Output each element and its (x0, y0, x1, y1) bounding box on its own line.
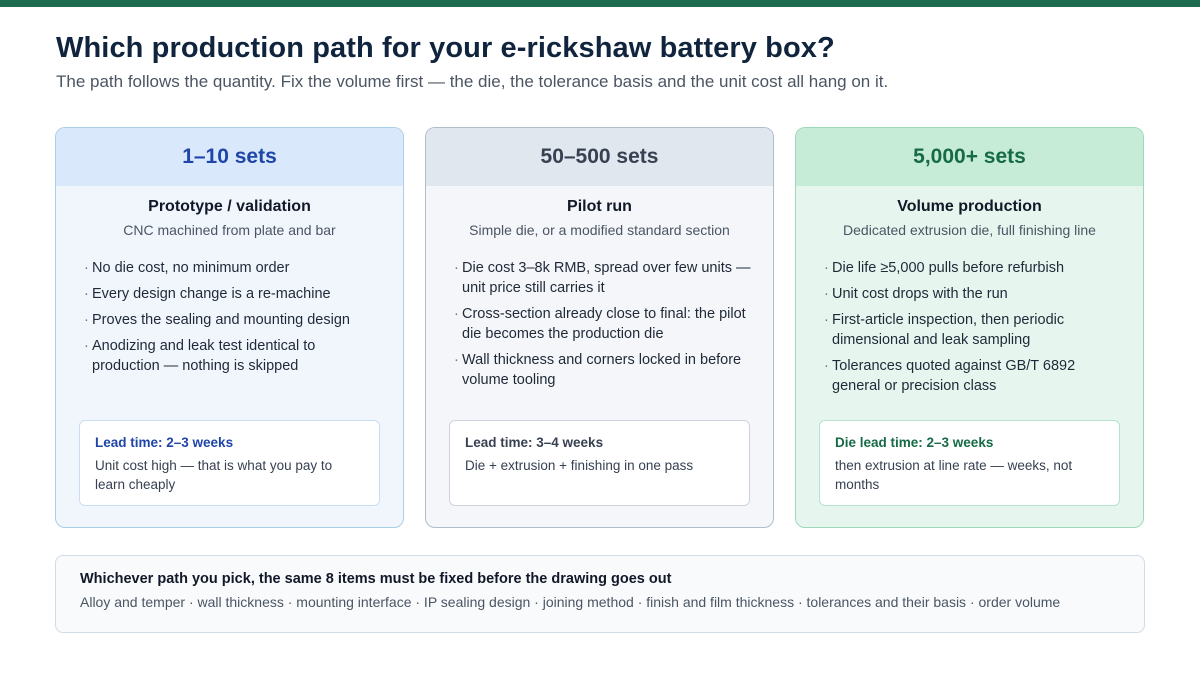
bullet-text: Unit cost drops with the run (832, 286, 1008, 302)
lead-time-box: Lead time: 2–3 weeks Unit cost high — th… (79, 420, 380, 506)
lead-time-text: Unit cost high — that is what you pay to… (95, 458, 333, 492)
card-pilot-run: 50–500 sets Pilot run Simple die, or a m… (425, 127, 774, 528)
bullet-text: Proves the sealing and mounting design (92, 312, 350, 328)
card-prototype: 1–10 sets Prototype / validation CNC mac… (55, 127, 404, 528)
card-description: Dedicated extrusion die, full finishing … (843, 222, 1096, 238)
requirements-footer: Whichever path you pick, the same 8 item… (55, 555, 1145, 633)
card-title: Pilot run (567, 198, 632, 215)
lead-time-text: Die + extrusion + finishing in one pass (465, 458, 694, 473)
bullet-item: · Anodizing and leak test identical to pr… (84, 338, 316, 374)
bullet-text: Die life ≥5,000 pulls before refurbish (832, 260, 1065, 276)
card-description: Simple die, or a modified standard secti… (469, 222, 730, 238)
footer-items: Alloy and temper · wall thickness · moun… (80, 594, 1061, 610)
card-quantity-header: 5,000+ sets (796, 128, 1143, 186)
bullet-text: No die cost, no minimum order (92, 260, 290, 276)
lead-time-title: Die lead time: 2–3 weeks (835, 435, 994, 450)
bullet-item: · Wall thickness and corners locked in be… (454, 352, 742, 388)
card-bullet-list: · Die life ≥5,000 pulls before refurbish … (796, 258, 1143, 396)
lead-time-title: Lead time: 3–4 weeks (465, 435, 604, 450)
bullet-item: · Die life ≥5,000 pulls before refurbish (824, 260, 1065, 276)
bullet-item: · Proves the sealing and mounting design (84, 312, 350, 328)
bullet-text: Anodizing and leak test identical to pro… (92, 338, 316, 374)
bullet-text: Die cost 3–8k RMB, spread over few units… (462, 260, 751, 296)
card-quantity-header: 50–500 sets (426, 128, 773, 186)
card-description: CNC machined from plate and bar (123, 222, 336, 238)
lead-time-box: Lead time: 3–4 weeks Die + extrusion + f… (449, 420, 750, 506)
lead-time-box: Die lead time: 2–3 weeks then extrusion … (819, 420, 1120, 506)
bullet-text: Tolerances quoted against GB/T 6892 gene… (832, 358, 1076, 394)
card-bullet-list: · No die cost, no minimum order · Every de… (56, 258, 403, 376)
card-quantity-header: 1–10 sets (56, 128, 403, 186)
bullet-item: · Cross-section already close to final: t… (454, 306, 746, 342)
bullet-item: · Die cost 3–8k RMB, spread over few unit… (454, 260, 751, 296)
bullet-text: Wall thickness and corners locked in bef… (462, 352, 742, 388)
page-title: Which production path for your e-ricksha… (56, 32, 835, 64)
card-title: Volume production (897, 198, 1042, 215)
bullet-item: · No die cost, no minimum order (84, 260, 290, 276)
card-volume-production: 5,000+ sets Volume production Dedicated … (795, 127, 1144, 528)
bullet-item: · Every design change is a re-machine (84, 286, 331, 302)
bullet-item: · Unit cost drops with the run (824, 286, 1008, 302)
card-title: Prototype / validation (148, 198, 311, 215)
bullet-item: · Tolerances quoted against GB/T 6892 gen… (824, 358, 1076, 394)
lead-time-text: then extrusion at line rate — weeks, not… (835, 458, 1073, 492)
bullet-text: Every design change is a re-machine (92, 286, 331, 302)
bullet-item: · First-article inspection, then periodic… (824, 312, 1065, 348)
bullet-text: First-article inspection, then periodic … (832, 312, 1065, 348)
top-accent-bar (0, 0, 1200, 7)
card-bullet-list: · Die cost 3–8k RMB, spread over few unit… (426, 258, 773, 390)
footer-title: Whichever path you pick, the same 8 item… (80, 571, 672, 587)
lead-time-title: Lead time: 2–3 weeks (95, 435, 234, 450)
bullet-text: Cross-section already close to final: th… (462, 306, 746, 342)
page-subtitle: The path follows the quantity. Fix the v… (56, 72, 889, 91)
